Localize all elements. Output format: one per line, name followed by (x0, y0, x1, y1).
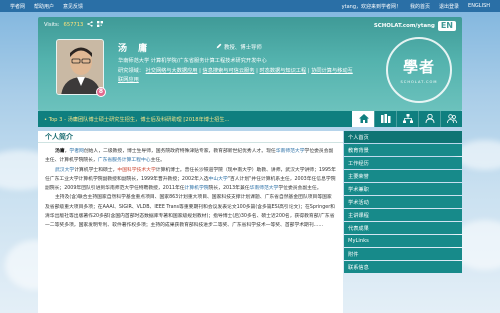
sidebar-item-courses[interactable]: 主讲课程 (344, 209, 462, 221)
sidebar-item-mylinks[interactable]: MyLinks (344, 235, 462, 247)
pen-icon (216, 43, 222, 51)
scholar-titles: 教授、博士导师 (216, 43, 262, 51)
nav-link-logout[interactable]: 退出登录 (439, 3, 459, 10)
seal-characters: 學者 (402, 58, 435, 76)
ticker-text: Top 3 - 汤庸团队博士硕士研究生招生，博士后及科研助理 [2018年博士招… (48, 116, 230, 123)
bio-paragraph-2: 武汉大学计算机学士和硕士，中国科学技术大学计算机博士。曾任长沙铁道学院（现中南大… (45, 166, 336, 194)
sidebar-menu: 个人首页 教育背景 工作经历 主要荣誉 学术兼职 学术活动 主讲课程 代表成果 … (344, 131, 462, 274)
welcome-text: ytang，欢迎来到学者网！ (341, 3, 401, 10)
nav-link-scholat[interactable]: 学者网 (10, 3, 25, 10)
affiliation: 华南师范大学 计算机学院/广东省服务计算工程技术研究开发中心 (118, 58, 267, 64)
link-whu[interactable]: 武汉大学 (55, 168, 74, 173)
link-ustc[interactable]: 中国科学技术大学 (117, 168, 155, 173)
sidebar-item-achievements[interactable]: 代表成果 (344, 222, 462, 234)
profile-header: Visits: 657713 SCHOLAT.com/ytang EN 8 汤 … (38, 17, 462, 111)
qrcode-icon[interactable] (97, 21, 104, 29)
tab-home[interactable] (352, 111, 374, 127)
nav-link-help[interactable]: 帮助用户 (34, 3, 54, 10)
visits-count: 657713 (63, 22, 84, 28)
avatar-badge: 8 (96, 87, 106, 97)
sidebar-item-honors[interactable]: 主要荣誉 (344, 170, 462, 182)
link-service-center[interactable]: 广东省服务计算工程中心 (98, 158, 151, 163)
profile-photo (56, 39, 104, 95)
sidebar-item-education[interactable]: 教育背景 (344, 144, 462, 156)
field-link-social-network[interactable]: 社交网络与大数据应用 (146, 68, 198, 74)
sidebar-item-attachments[interactable]: 附件 (344, 248, 462, 260)
sidebar-item-contact[interactable]: 联系信息 (344, 261, 462, 273)
news-ticker[interactable]: • Top 3 - 汤庸团队博士硕士研究生招生，博士后及科研助理 [2018年博… (38, 116, 352, 123)
bio-text-fragment: 创始人，二级教授，博士生导师，国务院政府特殊津贴专家，教育部新世纪优秀人才。现任 (83, 149, 276, 154)
link-scnu-2[interactable]: 华南师范大学 (250, 186, 279, 191)
bio-name: 汤庸 (55, 149, 65, 154)
visits-counter: Visits: 657713 (44, 21, 104, 29)
person-icon (425, 113, 435, 125)
main-content: 个人简介 汤庸，学者网创始人，二级教授，博士生导师，国务院政府特殊津贴专家，教育… (38, 131, 343, 313)
tab-group[interactable] (440, 111, 462, 127)
fields-label: 研究领域： (118, 68, 144, 74)
field-link-temporal-data[interactable]: 时态数据与知识工程 (259, 68, 306, 74)
bio-text-fragment: 主任。 (150, 158, 165, 164)
research-fields: 研究领域： 社交网络与大数据应用 | 信息搜索与可信云服务 | 时态数据与知识工… (118, 68, 353, 83)
sidebar-item-home[interactable]: 个人首页 (344, 131, 462, 143)
visits-label: Visits: (44, 22, 60, 28)
bio-text: 汤庸，学者网创始人，二级教授，博士生导师，国务院政府特殊津贴专家，教育部新世纪优… (38, 143, 343, 231)
ticker-nav-bar: • Top 3 - 汤庸团队博士硕士研究生招生，博士后及科研助理 [2018年博… (38, 111, 462, 127)
nav-link-feedback[interactable]: 意见反馈 (63, 3, 83, 10)
tab-profile[interactable] (418, 111, 440, 127)
link-cs-school[interactable]: 计算机学院 (185, 186, 209, 191)
nav-link-my-home[interactable]: 我的首页 (410, 3, 430, 10)
nav-link-english[interactable]: ENGLISH (468, 3, 490, 9)
sidebar-item-work[interactable]: 工作经历 (344, 157, 462, 169)
bio-text-fragment: 学位委员会副主任。 (278, 186, 322, 192)
scholat-seal-logo: 學者 SCHOLAT.COM (386, 37, 452, 103)
top-nav-bar: 学者网 帮助用户 意见反馈 ytang，欢迎来到学者网！ 我的首页 退出登录 E… (0, 0, 500, 12)
bio-paragraph-1: 汤庸，学者网创始人，二级教授，博士生导师，国务院政府特殊津贴专家，教育部新世纪优… (45, 147, 336, 166)
share-icon[interactable] (87, 21, 94, 29)
section-title: 个人简介 (38, 131, 343, 143)
bio-paragraph-3: 主持及(含)联合主持国家自然科学基金重点项目、国家863计划重大项目、国家科技支… (45, 195, 335, 229)
home-icon (358, 113, 369, 125)
books-icon (380, 113, 391, 125)
titles-text: 教授、博士导师 (224, 45, 262, 51)
sidebar-item-academic-posts[interactable]: 学术兼职 (344, 183, 462, 195)
org-chart-icon (402, 113, 413, 125)
english-version-button[interactable]: EN (437, 21, 456, 31)
scholat-url[interactable]: SCHOLAT.com/ytang EN (374, 21, 456, 31)
bio-text-fragment: 计算机学士和硕士， (74, 167, 118, 173)
link-scnu[interactable]: 华南师范大学 (276, 149, 305, 154)
group-icon (446, 113, 457, 125)
sidebar-item-activities[interactable]: 学术活动 (344, 196, 462, 208)
scholat-url-text: SCHOLAT.com/ytang (373, 23, 435, 29)
scholar-name: 汤 庸 (118, 44, 152, 54)
link-scholat[interactable]: 学者网 (69, 149, 83, 154)
tab-publications[interactable] (374, 111, 396, 127)
bio-text-fragment: 院长，2013年兼任 (208, 186, 250, 192)
seal-caption: SCHOLAT.COM (400, 80, 438, 84)
tab-team[interactable] (396, 111, 418, 127)
field-link-info-search[interactable]: 信息搜索与可信云服务 (203, 68, 255, 74)
link-sysu[interactable]: 中山大学 (209, 177, 228, 182)
